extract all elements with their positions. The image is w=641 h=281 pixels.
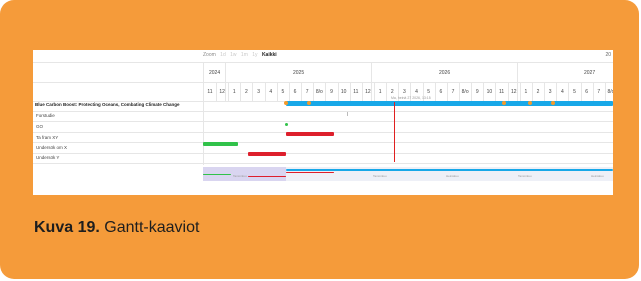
month-label: 10 <box>486 89 493 95</box>
month-label: 7 <box>305 89 309 95</box>
month-label: 7 <box>597 89 601 95</box>
corner-text: 20 <box>605 52 611 58</box>
zoom-option-all[interactable]: Kaikki <box>262 52 277 58</box>
overview-red-bar <box>286 172 334 173</box>
row-line <box>33 142 613 143</box>
task-bar-ta-fram-xy[interactable] <box>286 132 334 136</box>
year-label: 2026 <box>439 70 451 76</box>
month-label: 2 <box>245 89 248 95</box>
row-line <box>33 163 613 164</box>
overview-label: Heinäkuu <box>591 174 604 178</box>
overview-green-bar <box>203 174 231 175</box>
today-label: Ma, heinä 27 2026, 13:15 <box>391 96 431 100</box>
overview-label: Tammikuu <box>373 174 387 178</box>
gantt-screenshot: Zoom 1d 1w 1m 1y Kaikki 20 2024 2025 202… <box>33 50 613 195</box>
month-label: 6 <box>293 89 297 95</box>
forstudie-marker <box>347 112 348 116</box>
month-label: 2 <box>536 89 540 95</box>
divider <box>203 62 204 165</box>
year-label: 2027 <box>584 70 596 76</box>
month-label: 5 <box>427 89 431 95</box>
month-label: 12 <box>510 89 517 95</box>
task-bar-undersok-om-x[interactable] <box>203 142 238 146</box>
grid-line <box>33 62 613 63</box>
month-label: 4 <box>560 89 564 95</box>
month-label: 10 <box>340 89 347 95</box>
overview-label: Tammikuu <box>233 174 247 178</box>
task-label[interactable]: Ta fram XY <box>36 135 58 140</box>
overview-red-bar <box>248 176 286 177</box>
task-label[interactable]: Undersök om X <box>36 145 67 150</box>
row-line <box>33 153 613 154</box>
today-line <box>394 102 395 162</box>
zoom-option-1y[interactable]: 1y <box>252 52 257 58</box>
month-label: 4 <box>415 89 418 95</box>
divider <box>225 62 226 102</box>
month-label: 6 <box>585 89 589 95</box>
month-label: 3 <box>403 89 406 95</box>
milestone-marker[interactable] <box>528 101 532 105</box>
row-line <box>33 121 613 122</box>
caption-label: Kuva 19. <box>34 219 100 236</box>
year-label: 2025 <box>293 70 305 76</box>
overview-label: Heinäkuu <box>446 174 459 178</box>
month-label: 11 <box>498 89 505 95</box>
zoom-bar: Zoom 1d 1w 1m 1y Kaikki <box>203 52 280 58</box>
month-label: 9 <box>330 89 333 95</box>
overview-project-bar <box>286 169 613 171</box>
month-label: 12 <box>365 89 371 95</box>
month-label: 6 <box>439 89 443 95</box>
task-label[interactable]: GO <box>36 124 43 129</box>
month-label: 8/o <box>315 89 323 95</box>
month-label: 4 <box>269 89 273 95</box>
overview-label: Tammikuu <box>518 174 532 178</box>
month-label: 1 <box>524 89 528 95</box>
figure-card: Zoom 1d 1w 1m 1y Kaikki 20 2024 2025 202… <box>0 0 639 279</box>
task-group-label[interactable]: Blue Carbon Boost: Protecting Oceans, Co… <box>35 102 180 107</box>
month-label: 8/o <box>461 89 469 95</box>
zoom-label: Zoom <box>203 52 216 58</box>
month-label: 11 <box>207 89 213 95</box>
month-label: 5 <box>573 89 576 95</box>
zoom-option-1m[interactable]: 1m <box>241 52 248 58</box>
task-label[interactable]: Undersök Y <box>36 155 59 160</box>
month-label: 5 <box>281 89 285 95</box>
month-label: 8/o <box>607 89 613 95</box>
caption-text: Gantt-kaaviot <box>104 219 200 236</box>
month-label: 9 <box>475 89 479 95</box>
month-label: 1 <box>232 89 236 95</box>
milestone-marker[interactable] <box>502 101 506 105</box>
month-label: 7 <box>451 89 455 95</box>
grid-line <box>33 82 613 83</box>
divider <box>517 62 518 102</box>
row-line <box>33 111 613 112</box>
milestone-marker[interactable] <box>551 101 555 105</box>
milestone-marker[interactable] <box>284 101 288 105</box>
month-label: 11 <box>353 89 359 95</box>
year-label: 2024 <box>209 70 221 76</box>
figure-caption: Kuva 19. Gantt-kaaviot <box>34 219 199 237</box>
go-marker[interactable] <box>285 123 288 126</box>
month-label: 2 <box>390 89 394 95</box>
month-label: 3 <box>548 89 552 95</box>
timeline-overview[interactable]: Tammikuu Tammikuu Heinäkuu Tammikuu Hein… <box>203 167 613 181</box>
project-bar[interactable] <box>286 101 613 106</box>
divider <box>371 62 372 102</box>
task-bar-undersok-y[interactable] <box>248 152 286 156</box>
month-label: 3 <box>257 89 260 95</box>
zoom-option-1d[interactable]: 1d <box>220 52 226 58</box>
task-label[interactable]: Forstudie <box>36 113 55 118</box>
zoom-option-1w[interactable]: 1w <box>230 52 236 58</box>
month-label: 1 <box>378 89 382 95</box>
month-label: 12 <box>219 89 225 95</box>
milestone-marker[interactable] <box>307 101 311 105</box>
